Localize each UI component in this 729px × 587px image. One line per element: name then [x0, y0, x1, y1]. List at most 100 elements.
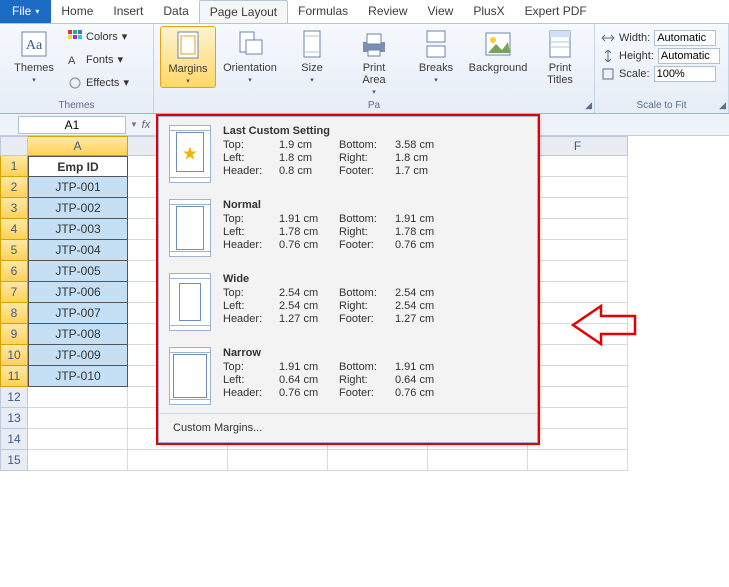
column-header[interactable]: F: [528, 136, 628, 156]
tab-review[interactable]: Review: [358, 0, 417, 23]
namebox-dropdown-icon[interactable]: ▼: [130, 120, 138, 129]
effects-label: Effects: [86, 77, 119, 89]
print-area-icon: [358, 28, 390, 60]
preset-title: Normal: [223, 199, 527, 211]
preset-title: Wide: [223, 273, 527, 285]
fonts-label: Fonts: [86, 54, 114, 66]
background-button[interactable]: Background: [470, 26, 526, 76]
margins-button[interactable]: Margins▾: [160, 26, 216, 88]
cell[interactable]: [28, 450, 128, 471]
margins-label: Margins: [168, 63, 207, 75]
cell[interactable]: JTP-010: [28, 366, 128, 387]
dialog-launcher-icon[interactable]: ◢: [719, 100, 726, 111]
margin-preset-last-custom-setting[interactable]: ★Last Custom SettingTop:1.9 cmBottom:3.5…: [159, 117, 537, 191]
cell[interactable]: [528, 219, 628, 240]
row-header[interactable]: 14: [0, 429, 28, 450]
cell[interactable]: [28, 408, 128, 429]
colors-label: Colors: [86, 31, 118, 43]
row-header[interactable]: 7: [0, 282, 28, 303]
cell[interactable]: [528, 240, 628, 261]
row-header[interactable]: 9: [0, 324, 28, 345]
ribbon: Aa Themes ▾ Colors▾ A Fonts▾ Effects▾: [0, 24, 729, 114]
tab-home[interactable]: Home: [51, 0, 103, 23]
cell[interactable]: JTP-001: [28, 177, 128, 198]
height-input[interactable]: [658, 48, 720, 64]
tab-plusx[interactable]: PlusX: [463, 0, 514, 23]
cell[interactable]: [128, 450, 228, 471]
size-label: Size: [301, 62, 322, 74]
print-area-button[interactable]: Print Area▾: [346, 26, 402, 98]
cell[interactable]: [428, 450, 528, 471]
star-icon: ★: [182, 144, 198, 165]
cell[interactable]: JTP-008: [28, 324, 128, 345]
name-box[interactable]: [18, 116, 126, 134]
margin-preset-thumb: [169, 347, 211, 405]
effects-button[interactable]: Effects▾: [68, 72, 129, 93]
row-header[interactable]: 13: [0, 408, 28, 429]
orientation-label: Orientation: [223, 62, 277, 74]
row-header[interactable]: 6: [0, 261, 28, 282]
row-header[interactable]: 5: [0, 240, 28, 261]
cell[interactable]: [28, 387, 128, 408]
print-titles-button[interactable]: Print Titles: [532, 26, 588, 88]
cell[interactable]: JTP-004: [28, 240, 128, 261]
size-button[interactable]: Size▾: [284, 26, 340, 86]
tab-view[interactable]: View: [418, 0, 464, 23]
cell[interactable]: [228, 450, 328, 471]
margin-preset-narrow[interactable]: NarrowTop:1.91 cmBottom:1.91 cmLeft:0.64…: [159, 339, 537, 413]
tab-expert-pdf[interactable]: Expert PDF: [515, 0, 597, 23]
cell[interactable]: [528, 198, 628, 219]
cell[interactable]: [528, 366, 628, 387]
cell[interactable]: Emp ID: [28, 156, 128, 177]
cell[interactable]: [528, 408, 628, 429]
cell[interactable]: JTP-007: [28, 303, 128, 324]
margin-preset-wide[interactable]: WideTop:2.54 cmBottom:2.54 cmLeft:2.54 c…: [159, 265, 537, 339]
row-header[interactable]: 15: [0, 450, 28, 471]
tab-data[interactable]: Data: [153, 0, 198, 23]
cell[interactable]: JTP-003: [28, 219, 128, 240]
file-tab[interactable]: File ▾: [0, 0, 51, 23]
select-all-corner[interactable]: [0, 136, 28, 156]
cell[interactable]: [328, 450, 428, 471]
row-header[interactable]: 2: [0, 177, 28, 198]
custom-margins-button[interactable]: Custom Margins...: [159, 413, 537, 442]
tab-page-layout[interactable]: Page Layout: [199, 0, 288, 23]
dialog-launcher-icon[interactable]: ◢: [585, 100, 592, 111]
width-input[interactable]: [654, 30, 716, 46]
row-header[interactable]: 11: [0, 366, 28, 387]
cell[interactable]: [528, 387, 628, 408]
row-header[interactable]: 12: [0, 387, 28, 408]
orientation-button[interactable]: Orientation▾: [222, 26, 278, 86]
margins-icon: [172, 29, 204, 61]
row-header[interactable]: 8: [0, 303, 28, 324]
cell[interactable]: JTP-009: [28, 345, 128, 366]
themes-button[interactable]: Aa Themes ▾: [6, 26, 62, 86]
cell[interactable]: JTP-002: [28, 198, 128, 219]
group-themes: Aa Themes ▾ Colors▾ A Fonts▾ Effects▾: [0, 24, 154, 113]
cell[interactable]: JTP-006: [28, 282, 128, 303]
fonts-button[interactable]: A Fonts▾: [68, 49, 129, 70]
row-header[interactable]: 10: [0, 345, 28, 366]
scale-input[interactable]: [654, 66, 716, 82]
column-header[interactable]: A: [28, 136, 128, 156]
margin-preset-thumb: ★: [169, 125, 211, 183]
height-icon: [601, 49, 615, 63]
cell[interactable]: JTP-005: [28, 261, 128, 282]
cell[interactable]: [528, 450, 628, 471]
margin-preset-normal[interactable]: NormalTop:1.91 cmBottom:1.91 cmLeft:1.78…: [159, 191, 537, 265]
width-icon: [601, 31, 615, 45]
fx-icon[interactable]: fx: [138, 119, 154, 131]
breaks-button[interactable]: Breaks▾: [408, 26, 464, 86]
row-header[interactable]: 4: [0, 219, 28, 240]
cell[interactable]: [528, 177, 628, 198]
colors-button[interactable]: Colors▾: [68, 26, 129, 47]
tab-formulas[interactable]: Formulas: [288, 0, 358, 23]
cell[interactable]: [528, 429, 628, 450]
cell[interactable]: [28, 429, 128, 450]
cell[interactable]: [528, 156, 628, 177]
tab-insert[interactable]: Insert: [103, 0, 153, 23]
row-header[interactable]: 3: [0, 198, 28, 219]
print-titles-icon: [544, 28, 576, 60]
row-header[interactable]: 1: [0, 156, 28, 177]
cell[interactable]: [528, 261, 628, 282]
